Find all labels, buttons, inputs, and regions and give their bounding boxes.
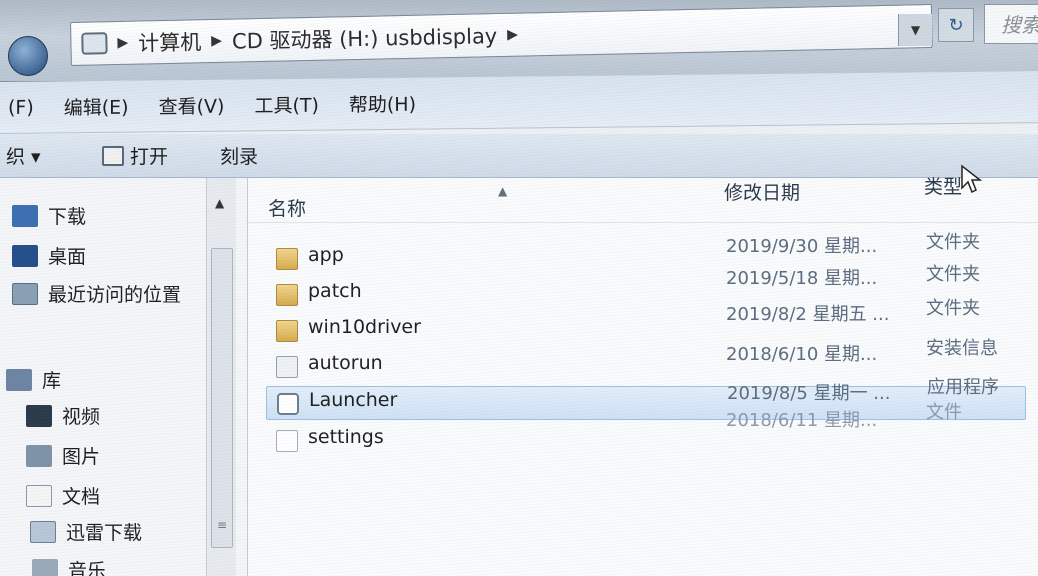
file-type: 文件夹 xyxy=(926,264,980,285)
document-icon xyxy=(26,484,52,507)
file-date: 2019/8/5 星期一 ... xyxy=(727,383,891,404)
application-icon xyxy=(277,393,299,415)
download-folder-icon xyxy=(12,204,38,227)
chevron-right-icon[interactable]: ▶ xyxy=(117,35,128,51)
nav-scrollbar[interactable]: ▲ ≡ xyxy=(206,178,236,576)
nav-item-label: 图片 xyxy=(62,446,101,468)
desktop-icon xyxy=(12,244,38,267)
sort-ascending-icon: ▲ xyxy=(498,184,508,198)
menu-tools[interactable]: 工具(T) xyxy=(254,91,318,119)
nav-item-music[interactable]: 音乐 xyxy=(32,556,106,576)
setup-info-icon xyxy=(276,356,298,378)
nav-item-label: 库 xyxy=(42,370,62,392)
nav-item-label: 视频 xyxy=(62,406,101,428)
address-bar[interactable]: ▶ 计算机 ▶ CD 驱动器 (H:) usbdisplay ▶ xyxy=(70,3,933,66)
menu-help[interactable]: 帮助(H) xyxy=(349,90,416,118)
file-date: 2019/9/30 星期... xyxy=(726,236,878,257)
menu-file[interactable]: (F) xyxy=(8,96,34,118)
library-icon xyxy=(6,368,32,391)
scroll-up-icon[interactable]: ▲ xyxy=(215,196,224,210)
nav-item-label: 桌面 xyxy=(48,246,87,268)
nav-item-videos[interactable]: 视频 xyxy=(26,402,100,429)
address-dropdown-button[interactable]: ▼ xyxy=(898,14,932,46)
xunlei-folder-icon xyxy=(30,520,56,543)
file-type: 应用程序 xyxy=(927,377,999,398)
nav-item-label: 最近访问的位置 xyxy=(48,284,182,306)
picture-icon xyxy=(26,444,52,467)
file-type: 安装信息 xyxy=(926,338,998,359)
column-header-name[interactable]: 名称 ▲ xyxy=(268,184,507,221)
music-icon xyxy=(32,558,58,576)
file-list: 名称 ▲ 修改日期 类型 app 2019/9/30 星期... 文件夹 pat… xyxy=(248,176,1038,576)
chevron-down-icon: ▼ xyxy=(910,23,921,37)
file-name: settings xyxy=(308,426,384,448)
search-input[interactable]: 搜索 xyxy=(984,4,1038,44)
file-date: 2018/6/11 星期... xyxy=(726,410,878,431)
file-name: autorun xyxy=(308,352,383,374)
file-type: 文件夹 xyxy=(926,232,980,253)
mouse-cursor-icon xyxy=(961,164,983,194)
column-header-type[interactable]: 类型 xyxy=(924,172,962,199)
menu-edit[interactable]: 编辑(E) xyxy=(64,93,129,121)
open-button[interactable]: 打开 xyxy=(102,142,168,169)
nav-item-label: 下载 xyxy=(48,206,87,228)
folder-icon xyxy=(276,248,298,270)
refresh-icon: ↻ xyxy=(948,14,964,36)
computer-icon xyxy=(81,32,108,55)
nav-item-recent-places[interactable]: 最近访问的位置 xyxy=(12,280,181,307)
nav-item-label: 音乐 xyxy=(68,560,107,576)
file-date: 2019/5/18 星期... xyxy=(726,268,878,289)
file-type: 文件夹 xyxy=(926,298,980,319)
navigation-pane: 下载 桌面 最近访问的位置 库 视频 图片 文档 迅雷下载 音乐 ▲ ≡ xyxy=(0,178,248,576)
folder-icon xyxy=(276,284,298,306)
back-button[interactable] xyxy=(8,36,48,76)
address-bar-region: ▶ 计算机 ▶ CD 驱动器 (H:) usbdisplay ▶ ▼ ↻ 搜索 xyxy=(0,0,1038,82)
nav-item-pictures[interactable]: 图片 xyxy=(26,442,100,469)
nav-item-documents[interactable]: 文档 xyxy=(26,482,100,509)
menu-view[interactable]: 查看(V) xyxy=(159,92,225,120)
file-name: Launcher xyxy=(309,389,398,411)
file-name: win10driver xyxy=(308,316,421,338)
chevron-right-icon[interactable]: ▶ xyxy=(507,27,518,43)
folder-icon xyxy=(276,320,298,342)
column-header-label: 名称 xyxy=(268,198,307,220)
file-date: 2019/8/2 星期五 ... xyxy=(726,304,890,325)
open-label: 打开 xyxy=(130,146,169,168)
video-icon xyxy=(26,404,52,427)
nav-item-desktop[interactable]: 桌面 xyxy=(12,242,86,269)
scrollbar-thumb[interactable] xyxy=(211,248,233,548)
open-icon xyxy=(102,145,124,166)
refresh-button[interactable]: ↻ xyxy=(938,8,974,42)
file-name: patch xyxy=(308,280,362,302)
file-row-app[interactable]: app 2019/9/30 星期... 文件夹 xyxy=(266,232,1026,276)
breadcrumb-computer[interactable]: 计算机 xyxy=(138,26,202,57)
chevron-right-icon[interactable]: ▶ xyxy=(211,33,222,49)
menu-bar: (F) 编辑(E) 查看(V) 工具(T) 帮助(H) xyxy=(0,71,1038,134)
recent-places-icon xyxy=(12,282,38,305)
column-header-date[interactable]: 修改日期 xyxy=(724,178,800,205)
file-row-patch[interactable]: patch 2019/5/18 星期... 文件夹 xyxy=(266,264,1026,312)
organize-button[interactable]: 织 ▾ xyxy=(6,142,86,169)
file-date: 2018/6/10 星期... xyxy=(726,344,878,365)
file-name: app xyxy=(308,244,344,266)
file-row-settings[interactable]: settings 2018/6/11 星期... 文件 xyxy=(266,402,1026,458)
explorer-window: ▶ 计算机 ▶ CD 驱动器 (H:) usbdisplay ▶ ▼ ↻ 搜索 … xyxy=(0,0,1038,576)
nav-item-xunlei-downloads[interactable]: 迅雷下载 xyxy=(30,518,142,545)
file-row-launcher[interactable]: Launcher 2019/8/5 星期一 ... 应用程序 xyxy=(266,377,1026,420)
header-divider xyxy=(248,222,1038,223)
file-icon xyxy=(276,430,298,452)
file-row-win10driver[interactable]: win10driver 2019/8/2 星期五 ... 文件夹 xyxy=(266,298,1026,348)
nav-item-label: 迅雷下载 xyxy=(66,522,143,544)
grip-icon: ≡ xyxy=(217,518,228,532)
file-row-autorun[interactable]: autorun 2018/6/10 星期... 安装信息 xyxy=(266,338,1026,384)
nav-item-downloads[interactable]: 下载 xyxy=(12,202,86,229)
nav-item-label: 文档 xyxy=(62,486,101,508)
breadcrumb-cd-drive[interactable]: CD 驱动器 (H:) usbdisplay xyxy=(232,20,498,56)
nav-item-libraries[interactable]: 库 xyxy=(6,366,61,393)
file-type: 文件 xyxy=(926,402,962,423)
command-toolbar: 织 ▾ 打开 刻录 xyxy=(0,134,1038,178)
burn-button[interactable]: 刻录 xyxy=(220,142,258,169)
